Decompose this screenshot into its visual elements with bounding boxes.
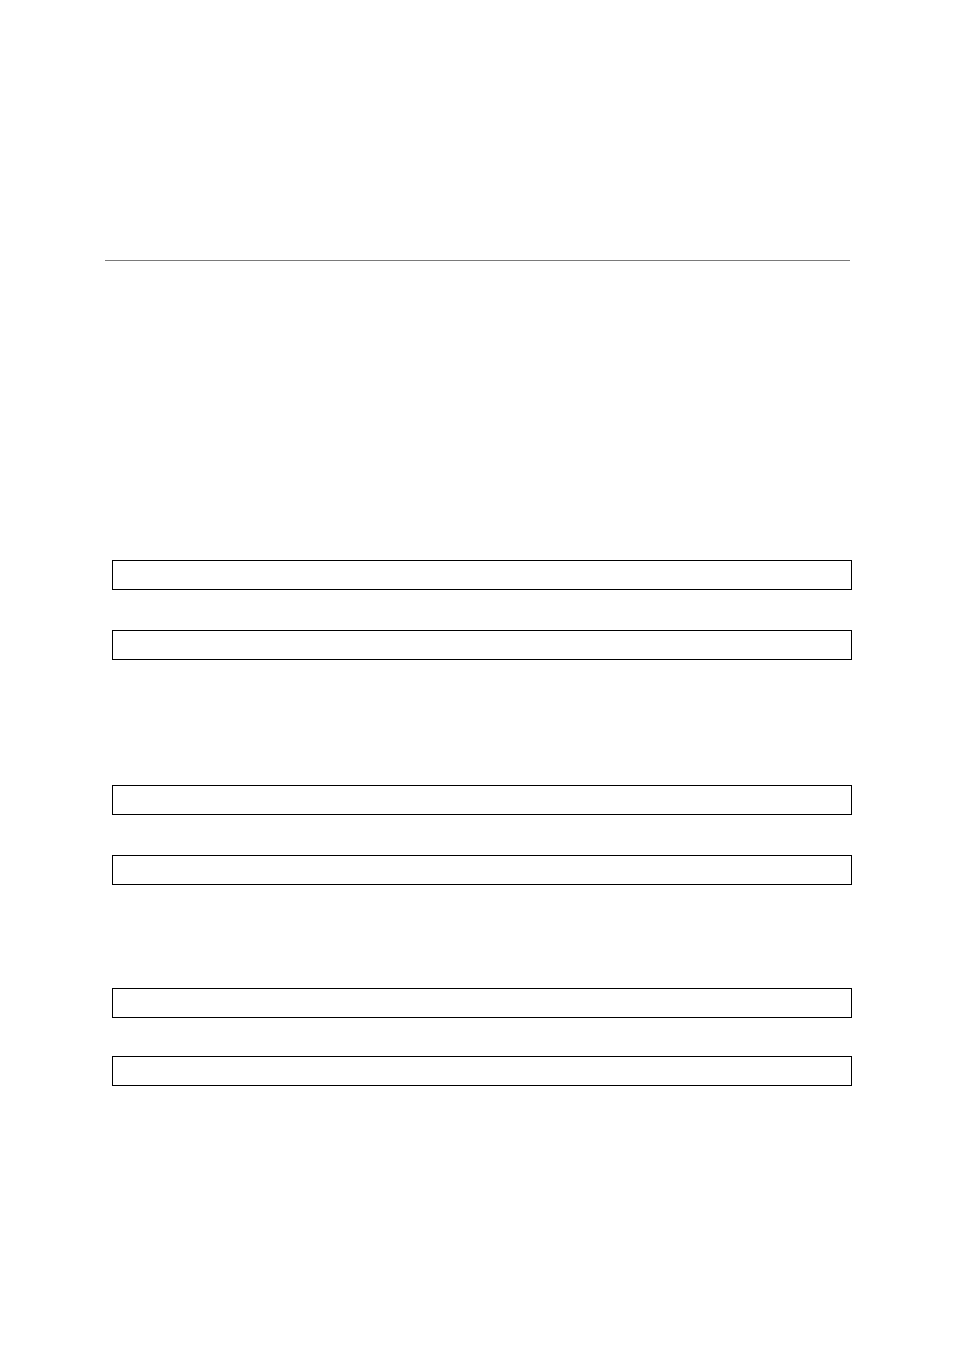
- form-box-5: [112, 988, 852, 1018]
- document-page: [0, 0, 954, 1350]
- form-box-4: [112, 855, 852, 885]
- form-box-6: [112, 1056, 852, 1086]
- form-box-2: [112, 630, 852, 660]
- form-box-3: [112, 785, 852, 815]
- horizontal-rule: [105, 260, 850, 261]
- form-box-1: [112, 560, 852, 590]
